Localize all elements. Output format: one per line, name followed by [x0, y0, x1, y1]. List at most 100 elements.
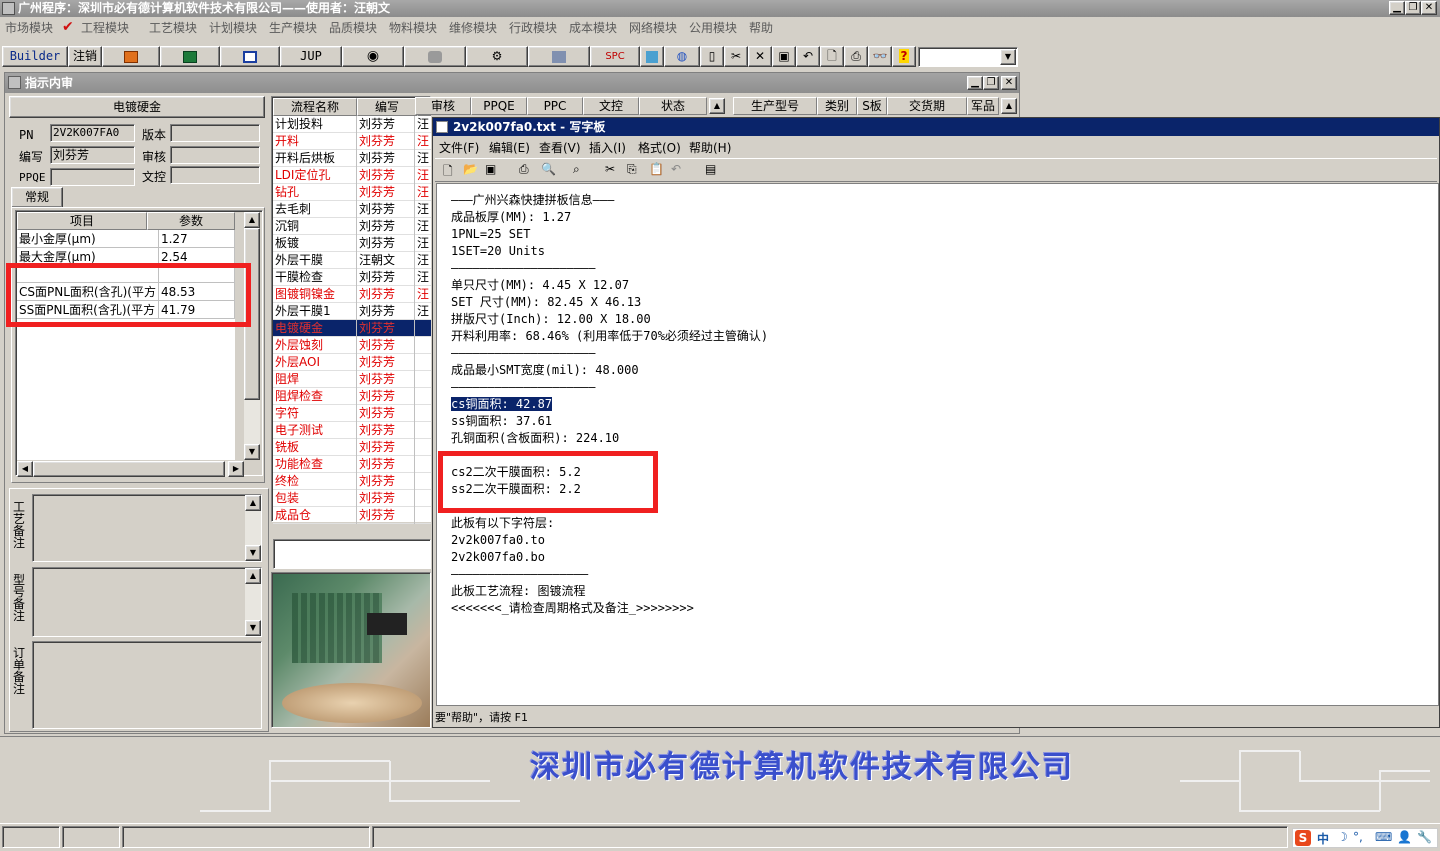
database-button[interactable] — [404, 46, 466, 67]
menu-quality[interactable]: 品质模块 — [329, 19, 377, 37]
table-row[interactable]: 阻焊 刘芬芳 — [273, 371, 431, 388]
table-row[interactable]: 开料 刘芬芳汪 — [273, 133, 431, 150]
iwin-minimize-button[interactable]: ▁ — [967, 76, 983, 90]
table-row[interactable]: 沉铜 刘芬芳汪 — [273, 218, 431, 235]
preview-button-main[interactable]: 🗋 — [820, 46, 844, 67]
scroll-left-icon[interactable]: ◀ — [17, 461, 33, 477]
col-header-military[interactable]: 军品 — [967, 97, 999, 115]
table-row[interactable]: 计划投料 刘芬芳汪 — [273, 116, 431, 133]
spc-button[interactable]: SPC — [590, 46, 640, 67]
ime-mode[interactable]: 中 — [1317, 830, 1329, 847]
ime-toolbar[interactable]: S 中 ☽ °, ⌨ 👤 🔧 — [1292, 828, 1438, 848]
menu-maintenance[interactable]: 维修模块 — [449, 19, 497, 37]
tab-general[interactable]: 常规 — [11, 187, 63, 207]
menu-market[interactable]: 市场模块 — [5, 19, 53, 37]
paste-icon[interactable]: 📋 — [649, 162, 664, 176]
new-button-main[interactable]: ▯ — [700, 46, 724, 67]
sogou-icon[interactable]: S — [1295, 830, 1311, 846]
table-row[interactable]: 包装 刘芬芳 — [273, 490, 431, 507]
word-button[interactable] — [220, 46, 280, 67]
scroll-down-icon[interactable]: ▼ — [244, 444, 260, 460]
chevron-down-icon[interactable]: ▼ — [1000, 49, 1016, 65]
table-row[interactable]: 开料后烘板 刘芬芳汪 — [273, 150, 431, 167]
excel-button[interactable] — [160, 46, 220, 67]
col-header-ppc[interactable]: PPC — [527, 97, 583, 115]
process-notes-field[interactable]: ▲ ▼ — [32, 494, 262, 562]
undo-icon[interactable]: ↶ — [671, 162, 681, 176]
logout-button[interactable]: 注销 — [68, 46, 102, 67]
scroll-down-icon[interactable]: ▼ — [245, 620, 261, 636]
params-vscrollbar[interactable]: ▲ ▼ — [244, 212, 260, 460]
scroll-up-icon[interactable]: ▲ — [245, 495, 261, 511]
table-row[interactable]: 终检 刘芬芳 — [273, 473, 431, 490]
restore-button[interactable]: ❐ — [1405, 1, 1421, 15]
writer-field[interactable]: 刘芬芳 — [50, 146, 135, 164]
text-control-field[interactable] — [170, 166, 260, 184]
delete-button-main[interactable]: ✕ — [748, 46, 772, 67]
new-icon[interactable]: 🗋 — [443, 162, 453, 183]
version-field[interactable] — [170, 124, 260, 142]
notes-scrollbar[interactable]: ▲ ▼ — [245, 568, 261, 636]
table-row[interactable]: 铣板 刘芬芳 — [273, 439, 431, 456]
table-row[interactable]: 外层干膜 汪朝文汪 — [273, 252, 431, 269]
table-row[interactable]: 去毛刺 刘芬芳汪 — [273, 201, 431, 218]
print-preview-icon[interactable]: 🔍 — [541, 162, 556, 176]
ppqe-field[interactable] — [50, 168, 135, 186]
menu-cost[interactable]: 成本模块 — [569, 19, 617, 37]
hscroll-thumb[interactable] — [33, 461, 225, 477]
menu-engineering[interactable]: 工程模块 — [81, 19, 129, 37]
search-input[interactable] — [273, 539, 431, 569]
col-header-status[interactable]: 状态 — [639, 97, 707, 115]
col-header-review2[interactable]: 审核 — [415, 97, 471, 115]
cut-button-main[interactable]: ✂ — [724, 46, 748, 67]
table-row[interactable]: 电子测试 刘芬芳 — [273, 422, 431, 439]
param-header-value[interactable]: 参数 — [147, 212, 235, 230]
print-icon[interactable]: ⎙ — [519, 162, 529, 177]
wp-menu-edit[interactable]: 编辑(E) — [489, 139, 530, 156]
calc-button[interactable] — [640, 46, 664, 67]
keyboard-icon[interactable]: ⌨ — [1375, 830, 1392, 844]
menu-admin[interactable]: 行政模块 — [509, 19, 557, 37]
order-notes-field[interactable] — [32, 641, 262, 729]
menu-network[interactable]: 网络模块 — [629, 19, 677, 37]
table-row[interactable]: 干膜检查 刘芬芳汪 — [273, 269, 431, 286]
scroll-up-icon[interactable]: ▲ — [244, 212, 260, 228]
undo-button-main[interactable]: ↶ — [796, 46, 820, 67]
insert-datetime-icon[interactable]: ▤ — [705, 162, 716, 176]
col-header-model[interactable]: 生产型号 — [733, 97, 817, 115]
wp-menu-insert[interactable]: 插入(I) — [589, 139, 626, 156]
table-row[interactable]: 板镀 刘芬芳汪 — [273, 235, 431, 252]
table-row[interactable]: 电镀硬金 刘芬芳 — [273, 320, 431, 337]
menu-production[interactable]: 生产模块 — [269, 19, 317, 37]
scroll-down-icon[interactable]: ▼ — [245, 545, 261, 561]
params-hscrollbar[interactable]: ◀ ▶ — [17, 461, 244, 477]
table-row[interactable]: 图镀铜镍金 刘芬芳汪 — [273, 286, 431, 303]
notes-scrollbar[interactable]: ▲ ▼ — [245, 495, 261, 561]
wp-menu-view[interactable]: 查看(V) — [539, 139, 581, 156]
menu-material[interactable]: 物料模块 — [389, 19, 437, 37]
view-button[interactable]: ◉ — [342, 46, 404, 67]
scroll-right-icon[interactable]: ▶ — [228, 461, 244, 477]
col-header-category[interactable]: 类别 — [817, 97, 857, 115]
punctuation-icon[interactable]: °, — [1353, 830, 1363, 844]
powerpoint-button[interactable] — [102, 46, 160, 67]
col-header-doc[interactable]: 文控 — [583, 97, 639, 115]
table-row[interactable]: 外层AOI 刘芬芳 — [273, 354, 431, 371]
jup-button[interactable]: JUP — [280, 46, 342, 67]
wp-menu-format[interactable]: 格式(O) — [638, 139, 681, 156]
col-header-delivery[interactable]: 交货期 — [887, 97, 967, 115]
scroll-up-icon[interactable]: ▲ — [1001, 98, 1017, 114]
printer-button-main[interactable]: ⎙ — [844, 46, 868, 67]
table-row[interactable]: LDI定位孔 刘芬芳汪 — [273, 167, 431, 184]
iwin-restore-button[interactable]: ❐ — [983, 76, 999, 90]
minimize-button[interactable]: ▁ — [1389, 1, 1405, 15]
table-row[interactable]: 字符 刘芬芳 — [273, 405, 431, 422]
iwin-close-button[interactable]: ✕ — [1001, 76, 1017, 90]
tools-button[interactable]: ⚙ — [466, 46, 528, 67]
user-icon[interactable]: 👤 — [1397, 830, 1412, 844]
menu-common[interactable]: 公用模块 — [689, 19, 737, 37]
toolbar-combo[interactable]: ▼ — [918, 47, 1018, 67]
web-button[interactable]: ◍ — [664, 46, 700, 67]
col-header-ppqe[interactable]: PPQE — [471, 97, 527, 115]
builder-button[interactable]: Builder — [2, 46, 68, 67]
